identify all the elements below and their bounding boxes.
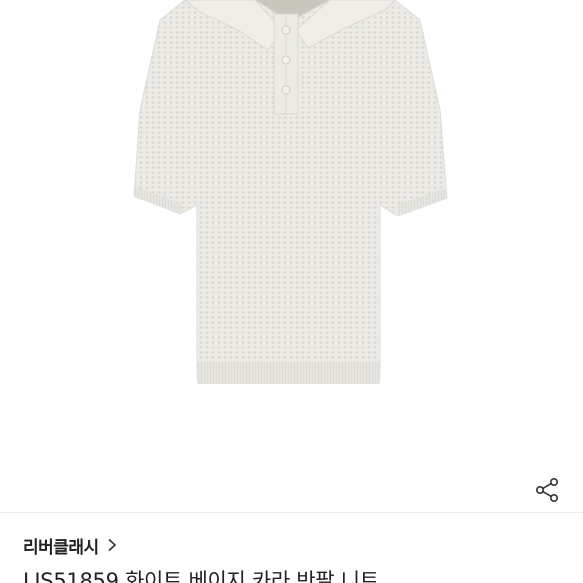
brand-link[interactable]: 리버클래시 (23, 533, 117, 558)
share-icon (535, 477, 558, 502)
button-3 (281, 85, 291, 95)
chevron-right-icon (107, 538, 117, 552)
button-1 (281, 25, 291, 35)
button-2 (281, 55, 291, 65)
brand-name: 리버클래시 (23, 537, 99, 558)
product-detail-page: 리버클래시 LIS51859 화이트 베이지 카라 반팔 니트 (0, 0, 583, 583)
hem-rib (197, 362, 380, 384)
divider (0, 512, 583, 513)
share-button[interactable] (530, 473, 564, 507)
product-title: LIS51859 화이트 베이지 카라 반팔 니트 (23, 569, 379, 583)
knit-polo-illustration (133, 0, 448, 384)
product-image[interactable] (0, 0, 583, 512)
